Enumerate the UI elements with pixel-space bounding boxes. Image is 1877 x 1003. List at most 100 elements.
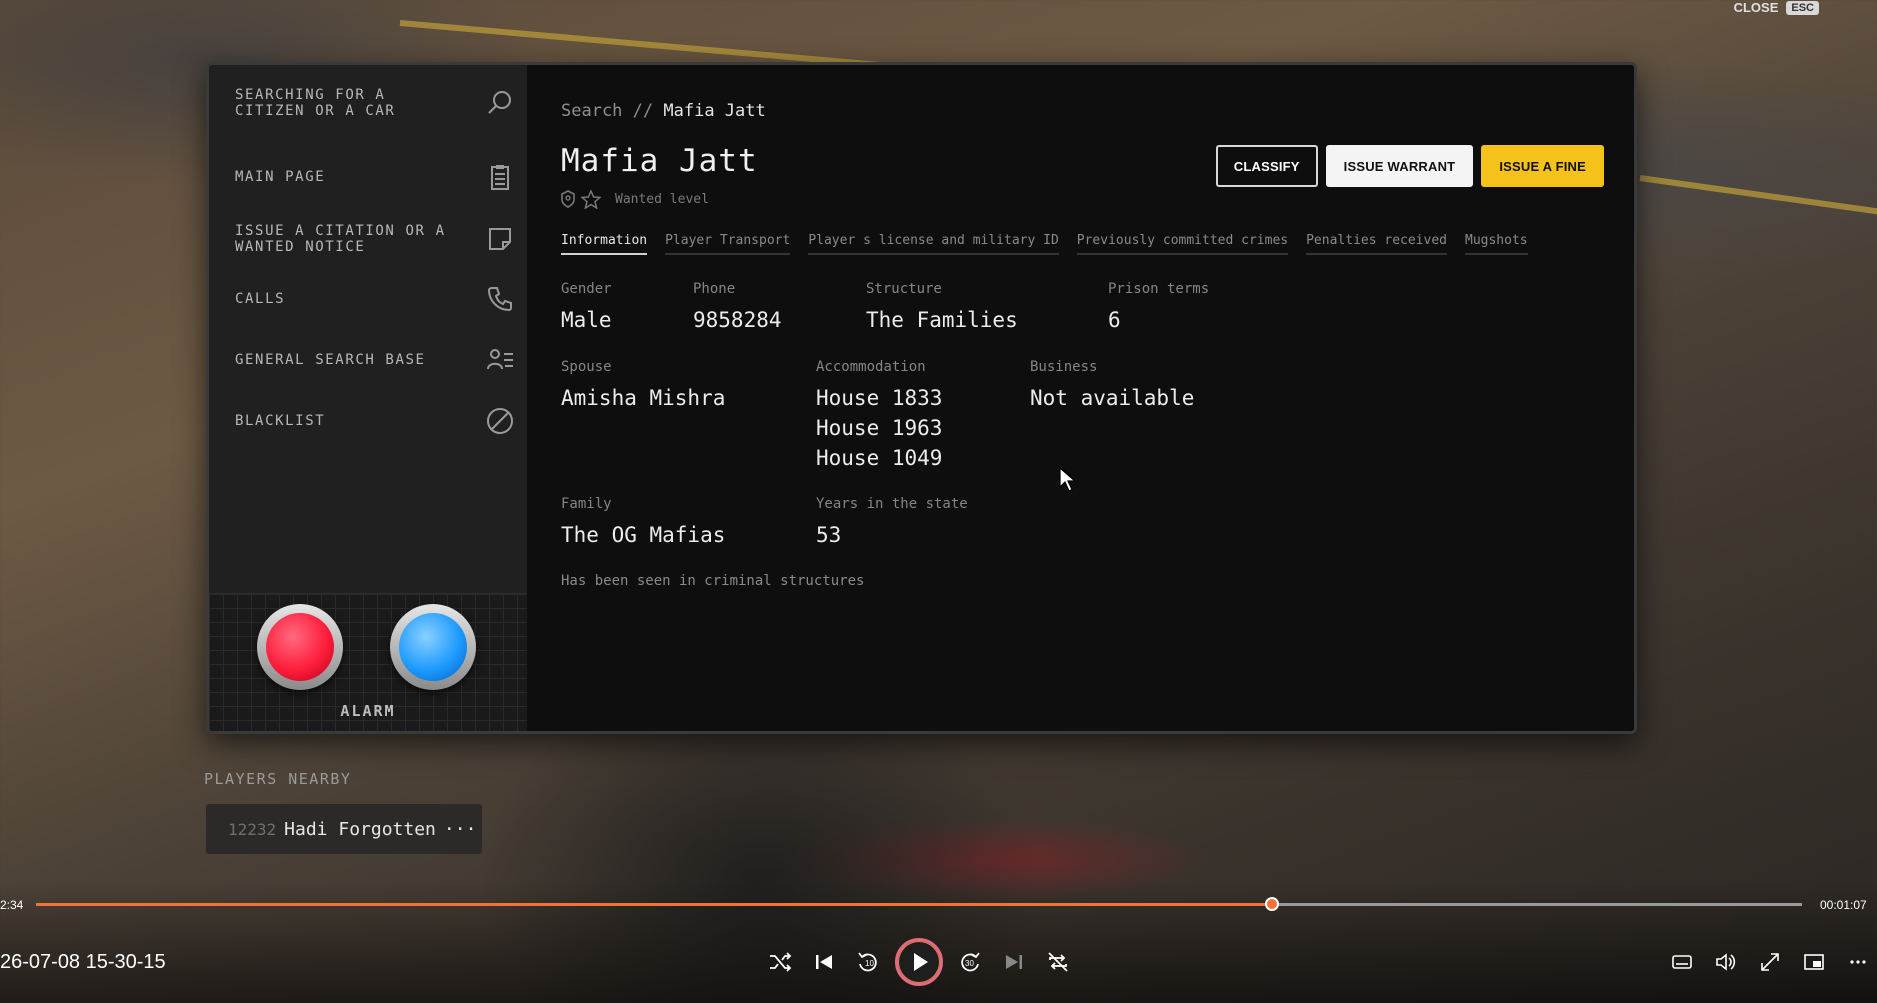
field-gender: Gender Male [561, 281, 612, 335]
breadcrumb-current: Mafia Jatt [663, 101, 766, 121]
phone-icon [487, 287, 512, 312]
field-label: Prison terms [1108, 281, 1210, 297]
alarm-blue-button[interactable] [390, 604, 476, 690]
field-value: 6 [1108, 308, 1121, 332]
field-value: The OG Mafias [561, 523, 726, 547]
field-value: House 1833 House 1963 House 1049 [816, 383, 942, 473]
tab-penalties[interactable]: Penalties received [1306, 233, 1447, 255]
more-options-icon[interactable] [1844, 948, 1872, 976]
sidebar-item-blacklist[interactable]: BLACKLIST [235, 408, 515, 434]
wanted-label: Wanted level [615, 191, 709, 207]
main-panel: Search // Mafia Jatt Mafia Jatt Wanted l… [527, 65, 1634, 731]
badge-icon [561, 190, 575, 208]
field-value: Amisha Mishra [561, 386, 726, 410]
field-label: Accommodation [816, 359, 926, 375]
esc-key: ESC [1786, 0, 1819, 15]
mouse-cursor-icon [1059, 467, 1077, 492]
accommodation-item: House 1049 [816, 446, 943, 470]
accommodation-item: House 1833 [816, 386, 943, 410]
forward-30-icon[interactable]: 30 [956, 948, 984, 976]
police-database-window: SEARCHING FOR A CITIZEN OR A CAR MAIN PA… [206, 62, 1637, 734]
player-id: 12232 [228, 819, 277, 839]
sidebar-item-label: ISSUE A CITATION OR A WANTED NOTICE [235, 223, 446, 255]
sidebar-item-label: SEARCHING FOR A CITIZEN OR A CAR [235, 87, 396, 119]
rewind-10-icon[interactable]: 10 [854, 948, 882, 976]
close-hint[interactable]: CLOSE ESC [1734, 0, 1819, 15]
star-icon [581, 189, 601, 209]
play-icon [914, 953, 928, 971]
profile-tabs: Information Player Transport Player s li… [561, 233, 1528, 255]
field-years-in-state: Years in the state 53 [816, 496, 968, 550]
sidebar-item-main-page[interactable]: MAIN PAGE [235, 165, 515, 190]
svg-text:30: 30 [965, 959, 974, 968]
alarm-label: ALARM [340, 702, 396, 720]
field-label: Business [1030, 359, 1098, 375]
search-icon [488, 91, 511, 114]
close-label: CLOSE [1733, 0, 1779, 15]
field-value: 53 [816, 523, 842, 547]
sidebar-item-search[interactable]: SEARCHING FOR A CITIZEN OR A CAR [235, 87, 515, 119]
player-card[interactable]: 12232 Hadi Forgotten ··· [206, 804, 482, 854]
seek-progress [36, 903, 1273, 906]
sidebar-item-general-search[interactable]: GENERAL SEARCH BASE [235, 349, 515, 370]
field-label: Structure [866, 281, 942, 297]
sidebar-item-label: GENERAL SEARCH BASE [235, 352, 426, 368]
repeat-off-icon[interactable] [1044, 948, 1072, 976]
subtitles-icon[interactable] [1668, 948, 1696, 976]
classify-button[interactable]: CLASSIFY [1215, 145, 1318, 187]
seek-bar[interactable] [36, 897, 1802, 911]
issue-warrant-button[interactable]: ISSUE WARRANT [1325, 145, 1474, 187]
wanted-level: Wanted level [561, 189, 709, 209]
issue-fine-button[interactable]: ISSUE A FINE [1481, 145, 1604, 187]
field-value: Not available [1030, 386, 1195, 410]
accommodation-item: House 1963 [816, 416, 943, 440]
tab-license-military-id[interactable]: Player s license and military ID [808, 233, 1059, 255]
players-nearby-header: PLAYERS NEARBY [204, 770, 352, 788]
sidebar-item-label: MAIN PAGE [235, 169, 326, 185]
players-nearby: PLAYERS NEARBY 12232 Hadi Forgotten ··· [204, 770, 482, 854]
shuffle-icon[interactable] [766, 948, 794, 976]
tab-player-transport[interactable]: Player Transport [665, 233, 791, 255]
previous-track-icon[interactable] [810, 948, 838, 976]
more-options-icon[interactable]: ··· [444, 819, 477, 840]
alarm-red-button[interactable] [257, 604, 343, 690]
sidebar-item-label: BLACKLIST [235, 413, 326, 429]
alarm-red-light [266, 613, 334, 681]
field-structure: Structure The Families [866, 281, 1018, 335]
breadcrumb: Search // Mafia Jatt [561, 101, 766, 121]
tab-mugshots[interactable]: Mugshots [1465, 233, 1528, 255]
next-track-icon[interactable] [1000, 948, 1028, 976]
field-label: Years in the state [816, 496, 968, 512]
clipboard-icon [491, 165, 509, 190]
field-business: Business Not available [1030, 359, 1194, 413]
breadcrumb-root[interactable]: Search // [561, 101, 653, 121]
field-phone: Phone 9858284 [693, 281, 782, 335]
sidebar-item-calls[interactable]: CALLS [235, 287, 515, 312]
tab-previous-crimes[interactable]: Previously committed crimes [1076, 233, 1289, 255]
sidebar: SEARCHING FOR A CITIZEN OR A CAR MAIN PA… [209, 65, 527, 731]
field-label: Phone [693, 281, 736, 297]
player-name: Hadi Forgotten [284, 818, 436, 840]
field-value: 9858284 [693, 308, 782, 332]
mini-player-icon[interactable] [1800, 948, 1828, 976]
sidebar-item-citation[interactable]: ISSUE A CITATION OR A WANTED NOTICE [235, 223, 515, 255]
user-list-icon [487, 349, 513, 370]
note-icon [489, 228, 511, 250]
remaining-time: 00:01:07 [1820, 898, 1867, 912]
field-spouse: Spouse Amisha Mishra [561, 359, 725, 413]
field-accommodation: Accommodation House 1833 House 1963 Hous… [816, 359, 942, 473]
field-label: Spouse [561, 359, 612, 375]
play-button[interactable] [895, 938, 943, 986]
field-value: The Families [866, 308, 1018, 332]
field-value: Male [561, 308, 612, 332]
sidebar-item-label: CALLS [235, 291, 286, 307]
svg-text:10: 10 [865, 959, 874, 968]
volume-icon[interactable] [1712, 948, 1740, 976]
field-label: Family [561, 496, 612, 512]
fullscreen-icon[interactable] [1756, 948, 1784, 976]
field-prison-terms: Prison terms 6 [1108, 281, 1209, 335]
field-family: Family The OG Mafias [561, 496, 725, 550]
tab-information[interactable]: Information [561, 233, 648, 255]
field-label: Gender [561, 281, 612, 297]
action-buttons: CLASSIFY ISSUE WARRANT ISSUE A FINE [1215, 145, 1604, 187]
